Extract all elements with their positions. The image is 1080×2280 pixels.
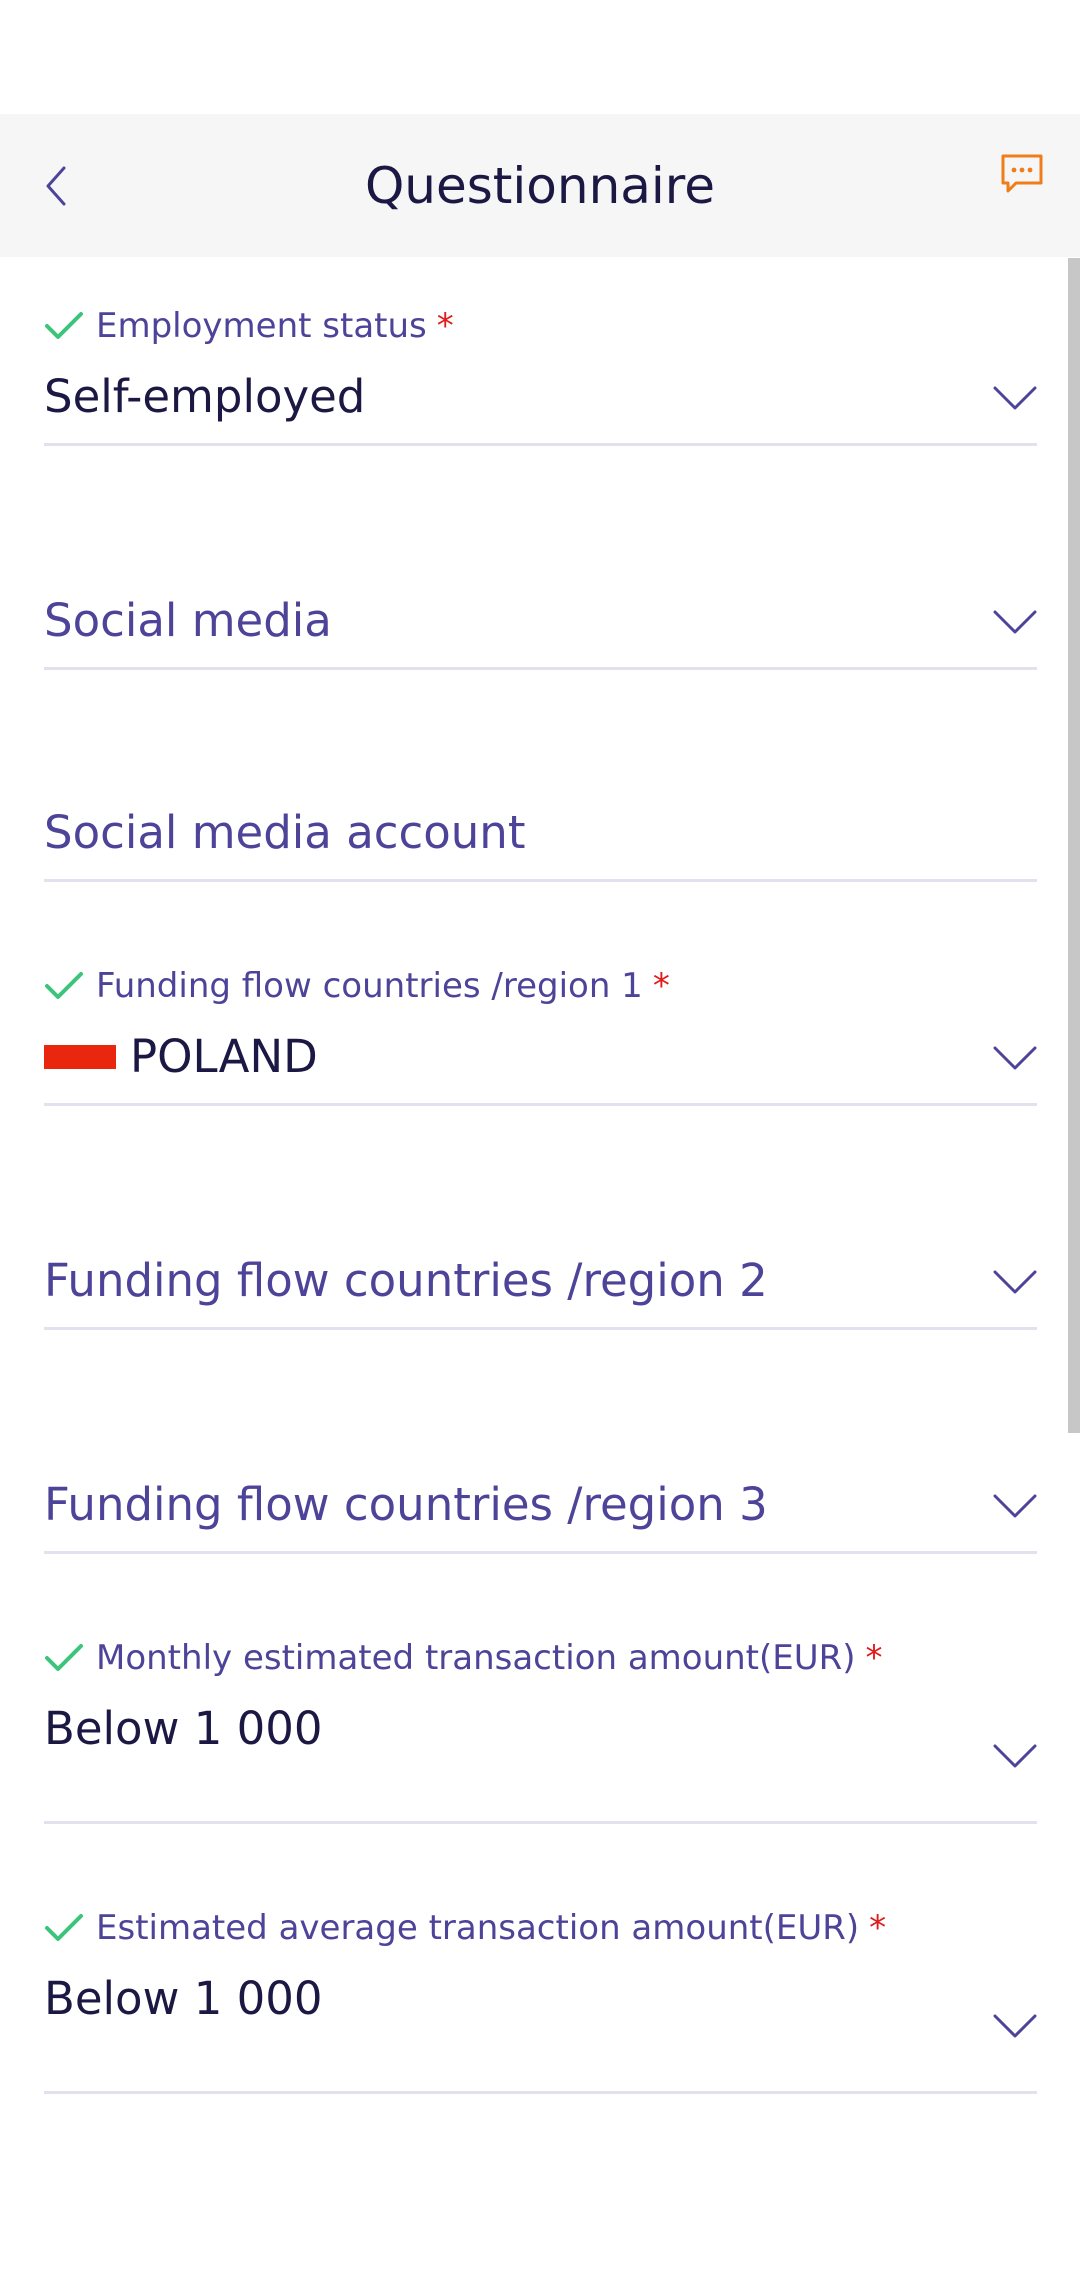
field-underline xyxy=(44,443,1037,446)
funding-region-1-value: POLAND xyxy=(130,1030,318,1083)
employment-status-value: Self-employed xyxy=(44,370,366,423)
field-underline xyxy=(44,879,1037,882)
required-marker: * xyxy=(436,306,454,346)
average-amount-label: Estimated average transaction amount(EUR… xyxy=(96,1908,860,1948)
required-marker: * xyxy=(865,1638,883,1678)
chevron-down-icon xyxy=(993,610,1037,634)
average-amount-value: Below 1 000 xyxy=(44,1972,323,2025)
field-underline xyxy=(44,2091,1037,2094)
required-marker: * xyxy=(869,1908,887,1948)
check-icon xyxy=(45,1644,83,1671)
chevron-down-icon xyxy=(993,1270,1037,1294)
chevron-down-icon xyxy=(993,1046,1037,1070)
field-underline xyxy=(44,1103,1037,1106)
scrollbar[interactable] xyxy=(1068,258,1080,1433)
required-marker: * xyxy=(652,966,670,1006)
monthly-amount-value: Below 1 000 xyxy=(44,1702,323,1755)
chevron-left-icon xyxy=(46,166,66,206)
social-media-select[interactable]: Social media xyxy=(44,560,1037,670)
check-icon xyxy=(45,312,83,339)
funding-region-1-label: Funding flow countries /region 1 xyxy=(96,966,643,1006)
funding-region-1-select[interactable]: Funding flow countries /region 1 * POLAN… xyxy=(44,960,1037,1106)
social-media-placeholder: Social media xyxy=(44,594,332,647)
chevron-down-icon xyxy=(993,2014,1037,2038)
back-button[interactable] xyxy=(36,154,76,218)
chevron-down-icon xyxy=(993,1744,1037,1768)
social-media-account-input[interactable]: Social media account xyxy=(44,772,1037,882)
field-underline xyxy=(44,1327,1037,1330)
poland-flag-icon xyxy=(44,1044,116,1069)
chevron-down-icon xyxy=(993,1494,1037,1518)
app-header: Questionnaire xyxy=(0,114,1080,257)
funding-region-2-select[interactable]: Funding flow countries /region 2 xyxy=(44,1220,1037,1330)
chat-bubble-icon xyxy=(1001,154,1043,193)
check-icon xyxy=(45,972,83,999)
monthly-amount-select[interactable]: Monthly estimated transaction amount(EUR… xyxy=(44,1632,1037,1824)
employment-status-select[interactable]: Employment status * Self-employed xyxy=(44,300,1037,446)
employment-status-label: Employment status xyxy=(96,306,427,346)
funding-region-3-select[interactable]: Funding flow countries /region 3 xyxy=(44,1444,1037,1554)
chat-button[interactable] xyxy=(996,148,1048,200)
field-underline xyxy=(44,1551,1037,1554)
page-title: Questionnaire xyxy=(364,156,716,215)
social-media-account-placeholder: Social media account xyxy=(44,806,526,859)
field-underline xyxy=(44,1821,1037,1824)
status-bar xyxy=(0,0,1080,114)
monthly-amount-label: Monthly estimated transaction amount(EUR… xyxy=(96,1638,856,1678)
funding-region-2-placeholder: Funding flow countries /region 2 xyxy=(44,1254,768,1307)
funding-region-3-placeholder: Funding flow countries /region 3 xyxy=(44,1478,768,1531)
field-underline xyxy=(44,667,1037,670)
check-icon xyxy=(45,1914,83,1941)
chevron-down-icon xyxy=(993,386,1037,410)
average-amount-select[interactable]: Estimated average transaction amount(EUR… xyxy=(44,1902,1037,2094)
